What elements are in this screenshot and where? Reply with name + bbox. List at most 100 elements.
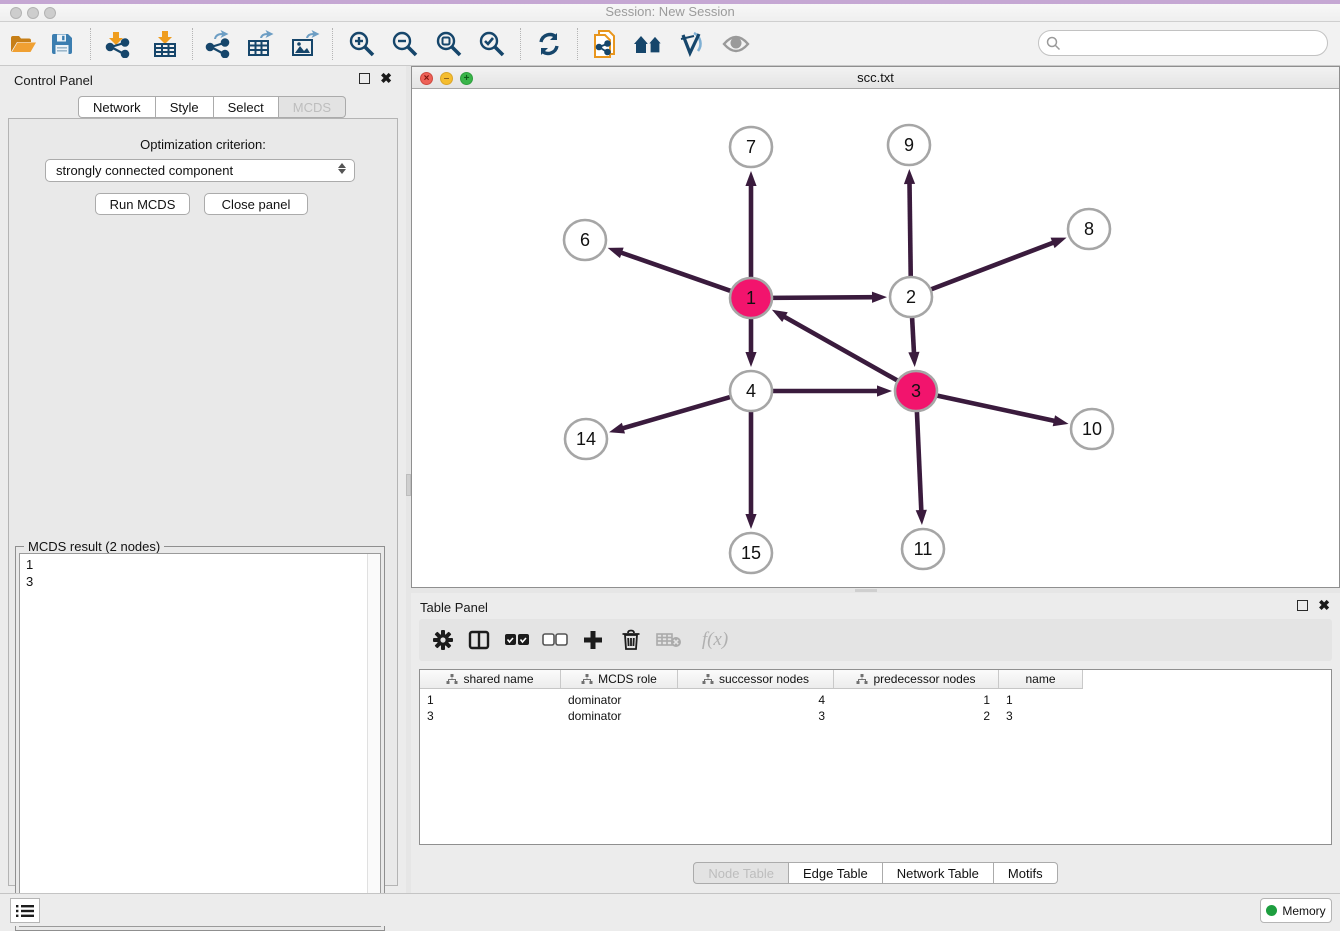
graph-edge-1-6[interactable] (619, 252, 732, 292)
home-button[interactable] (631, 28, 665, 60)
graph-edge-arrowhead (908, 352, 919, 367)
refresh-button[interactable] (532, 28, 566, 60)
column-header-name[interactable]: name (999, 670, 1083, 688)
table-settings-button[interactable] (427, 624, 459, 656)
criterion-dropdown[interactable]: strongly connected component (45, 159, 355, 182)
toolbar-separator (90, 28, 91, 60)
import-network-button[interactable] (101, 28, 135, 60)
mcds-result-box: MCDS result (2 nodes) 1 3 (15, 546, 385, 931)
home-icon (632, 32, 664, 56)
graph-node-label: 7 (746, 137, 756, 157)
column-header-mcds-role[interactable]: MCDS role (561, 670, 678, 688)
status-bar: Memory (0, 893, 1340, 926)
column-header-predecessor-nodes[interactable]: predecessor nodes (834, 670, 999, 688)
float-panel-icon[interactable] (1297, 600, 1308, 611)
tab-network-table[interactable]: Network Table (883, 862, 994, 884)
zoom-out-button[interactable] (388, 28, 422, 60)
save-session-button[interactable] (45, 28, 79, 60)
delete-column-button[interactable] (615, 624, 647, 656)
memory-status-icon (1266, 905, 1277, 916)
network-graph-canvas[interactable]: 7968124314101511 (412, 89, 1339, 587)
graph-node-label: 4 (746, 381, 756, 401)
table-panel-title: Table Panel (420, 600, 488, 615)
list-icon (16, 904, 34, 918)
close-panel-icon[interactable]: ✖ (1318, 600, 1330, 611)
graph-edge-arrowhead (872, 292, 887, 303)
graph-node-label: 6 (580, 230, 590, 250)
export-image-button[interactable] (288, 28, 322, 60)
create-column-button[interactable] (577, 624, 609, 656)
tab-select[interactable]: Select (214, 96, 279, 118)
tab-motifs[interactable]: Motifs (994, 862, 1058, 884)
task-history-button[interactable] (10, 898, 40, 923)
show-column-panel-button[interactable] (463, 624, 495, 656)
graph-edge-1-2[interactable] (771, 297, 875, 298)
column-label: MCDS role (598, 672, 657, 686)
memory-button[interactable]: Memory (1260, 898, 1332, 923)
result-scrollbar[interactable] (367, 554, 380, 926)
vizmapper-button[interactable] (675, 28, 709, 60)
graph-edge-2-8[interactable] (930, 242, 1056, 290)
network-window-title: scc.txt (412, 70, 1339, 85)
graph-edge-arrowhead (1053, 415, 1069, 426)
graph-edge-arrowhead (1051, 238, 1067, 249)
network-from-file-button[interactable] (588, 28, 622, 60)
criterion-value: strongly connected component (56, 163, 233, 178)
graph-edge-3-11[interactable] (917, 411, 922, 513)
tab-style[interactable]: Style (156, 96, 214, 118)
close-panel-icon[interactable]: ✖ (380, 73, 392, 84)
table-row[interactable]: 3 dominator 3 2 3 (420, 707, 1083, 724)
close-panel-button[interactable]: Close panel (204, 193, 308, 215)
mcds-result-text[interactable]: 1 3 (19, 553, 381, 927)
tab-edge-table[interactable]: Edge Table (789, 862, 883, 884)
graph-node-label: 8 (1084, 219, 1094, 239)
unchecked-boxes-icon (542, 633, 568, 647)
network-view-window: × – + scc.txt 7968124314101511 (411, 66, 1340, 588)
export-table-button[interactable] (244, 28, 278, 60)
graph-node-label: 1 (746, 288, 756, 308)
graph-node-label: 11 (914, 539, 933, 559)
function-builder-button[interactable]: f(x) (693, 624, 737, 656)
tab-node-table[interactable]: Node Table (693, 862, 789, 884)
column-label: shared name (463, 672, 533, 686)
vizmapper-icon (678, 31, 706, 57)
save-floppy-icon (50, 32, 74, 56)
network-window-titlebar[interactable]: × – + scc.txt (412, 67, 1339, 89)
search-input[interactable] (1038, 30, 1328, 56)
tab-mcds[interactable]: MCDS (279, 96, 346, 118)
float-panel-icon[interactable] (359, 73, 370, 84)
table-row[interactable]: 1 dominator 4 1 1 (420, 691, 1083, 708)
import-table-button[interactable] (148, 28, 182, 60)
hide-panels-button[interactable] (719, 28, 753, 60)
graph-edge-4-14[interactable] (621, 397, 732, 429)
graph-edge-3-1[interactable] (782, 316, 898, 382)
zoom-fit-button[interactable] (432, 28, 466, 60)
delete-table-button[interactable] (653, 624, 685, 656)
cell-successor-nodes: 4 (678, 691, 834, 708)
column-header-shared-name[interactable]: shared name (420, 670, 561, 688)
export-network-button[interactable] (201, 28, 235, 60)
graph-edge-arrowhead (745, 171, 756, 186)
splitter-grip[interactable] (855, 589, 877, 592)
graph-edge-2-3[interactable] (912, 317, 914, 355)
graph-edge-arrowhead (904, 169, 915, 184)
cell-name: 3 (999, 707, 1083, 724)
attribute-icon (446, 674, 458, 685)
unselect-all-columns-button[interactable] (539, 624, 571, 656)
optimization-criterion-label: Optimization criterion: (9, 137, 397, 152)
run-mcds-button[interactable]: Run MCDS (95, 193, 190, 215)
zoom-in-button[interactable] (345, 28, 379, 60)
graph-edge-3-10[interactable] (936, 395, 1057, 421)
eye-icon (721, 33, 751, 55)
zoom-selected-button[interactable] (475, 28, 509, 60)
graph-edge-arrowhead (609, 423, 625, 434)
toolbar-separator (577, 28, 578, 60)
select-all-columns-button[interactable] (501, 624, 533, 656)
column-header-successor-nodes[interactable]: successor nodes (678, 670, 834, 688)
dropdown-chevrons-icon (338, 163, 346, 174)
graph-edge-2-9[interactable] (909, 181, 910, 277)
network-file-icon (591, 29, 619, 59)
cell-shared-name: 3 (420, 707, 561, 724)
tab-network[interactable]: Network (78, 96, 156, 118)
open-session-button[interactable] (6, 28, 40, 60)
